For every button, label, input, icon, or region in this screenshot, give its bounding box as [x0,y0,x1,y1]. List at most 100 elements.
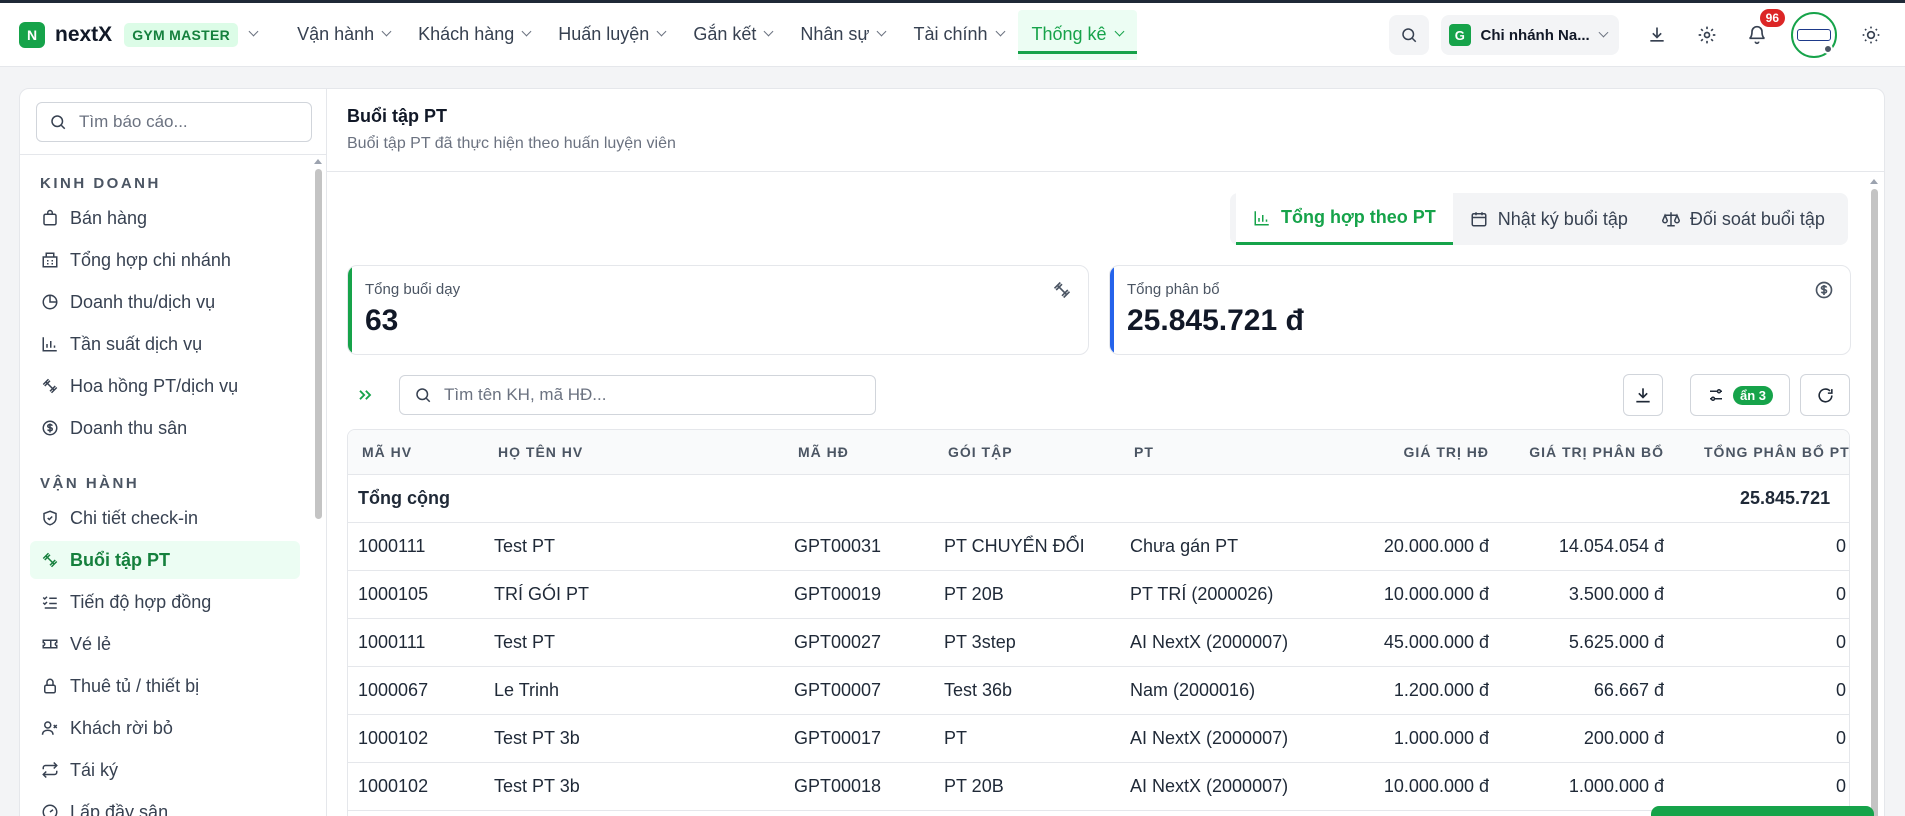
sidebar-item-label: Doanh thu sân [70,417,188,438]
table-cell: 0 [1836,631,1847,652]
report-sidebar: Tìm báo cáo... KINH DOANH Bán hàng Tổng … [19,88,327,816]
refresh-button[interactable] [1800,374,1850,416]
table-row[interactable]: 1000102 Test PT 3b GPT00017 PT AI NextX … [348,714,1849,762]
floating-action-button[interactable] [1651,806,1874,816]
table-cell: AI NextX (2000007) [1130,631,1289,652]
sidebar-item-chi-tiet-check-in[interactable]: Chi tiết check-in [30,499,300,537]
table-cell: 66.667 đ [1593,679,1664,700]
stat-value: 25.845.721 đ [1127,304,1304,337]
report-search-input[interactable]: Tìm báo cáo... [36,102,312,142]
scale-icon [1661,210,1680,228]
content-scrollbar[interactable] [1871,189,1878,816]
total-label: Tổng cộng [358,487,450,508]
chevron-down-icon [1114,26,1125,37]
sidebar-item-buoi-tap-pt[interactable]: Buổi tập PT [30,541,300,579]
notifications-button[interactable]: 96 [1737,9,1785,55]
top-navbar: N nextX GYM MASTER Vận hành Khách hàng H… [0,3,1905,67]
nav-item-huan-luyen[interactable]: Huấn luyện [544,3,679,66]
table-cell: 1000067 [358,679,429,700]
nav-item-nhan-su[interactable]: Nhân sự [786,3,899,66]
ticket-icon [40,634,60,654]
table-row[interactable]: 1000105 TRÍ GÓI PT GPT00019 PT 20B PT TR… [348,570,1849,618]
table-row[interactable]: 1000102 Test PT 3b GPT00018 PT 20B AI Ne… [348,762,1849,810]
download-button[interactable] [1637,15,1677,55]
nav-item-van-hanh[interactable]: Vận hành [283,3,404,66]
column-header[interactable]: HỌ TÊN HV [484,430,784,475]
user-avatar[interactable] [1791,12,1837,58]
branch-icon: G [1449,24,1471,46]
table-row[interactable]: 1000111 Test PT GPT00027 PT 3step AI Nex… [348,618,1849,666]
tab-tong-hop-theo-pt[interactable]: Tổng hợp theo PT [1236,193,1453,245]
column-header[interactable]: MÃ HĐ [784,430,934,475]
export-button[interactable] [1623,374,1663,416]
chevron-down-icon [763,26,774,37]
table-cell: 20.000.000 đ [1383,535,1489,556]
list-check-icon [40,592,60,612]
sidebar-item-ve-le[interactable]: Vé lẻ [30,625,300,663]
sidebar-item-label: Tiến độ hợp đồng [70,591,212,612]
tab-doi-soat-buoi-tap[interactable]: Đối soát buổi tập [1645,193,1842,245]
table-search-input[interactable]: Tìm tên KH, mã HĐ... [399,375,876,415]
nav-item-gan-ket[interactable]: Gắn kết [679,3,786,66]
theme-toggle[interactable] [1851,15,1891,55]
expand-sidebar-button[interactable] [352,382,378,408]
column-header[interactable]: MÃ HV [348,430,484,475]
repeat-icon [40,760,60,780]
table-row[interactable]: 1000067 Le Trinh GPT00007 Test 36b Nam (… [348,666,1849,714]
sidebar-item-tan-suat-dich-vu[interactable]: Tần suất dịch vụ [30,325,300,363]
table-cell: Le Trinh [494,679,560,700]
table-cell: 1000111 [358,631,426,652]
table-cell: GPT00019 [794,583,882,604]
sidebar-item-doanh-thu-san[interactable]: Doanh thu sân [30,409,300,447]
table-cell: 5.625.000 đ [1568,631,1664,652]
sidebar-item-ban-hang[interactable]: Bán hàng [30,199,300,237]
shield-check-icon [40,508,60,528]
sidebar-item-doanh-thu-dich-vu[interactable]: Doanh thu/dịch vụ [30,283,300,321]
nav-label: Nhân sự [800,24,870,44]
scroll-up-arrow-icon[interactable] [314,159,322,164]
sidebar-item-lap-day-san[interactable]: Lấp đầy sân [30,793,300,816]
tab-nhat-ky-buoi-tap[interactable]: Nhật ký buổi tập [1453,193,1645,245]
search-icon [416,388,431,403]
sidebar-scrollbar[interactable] [315,169,322,519]
table-cell: 1000105 [358,583,429,604]
column-header[interactable]: GÓI TẬP [934,430,1120,475]
sidebar-item-tong-hop-chi-nhanh[interactable]: Tổng hợp chi nhánh [30,241,300,279]
total-value: 25.845.721 [1740,487,1831,508]
table-row[interactable]: 1000111 Test PT GPT00031 PT CHUYỂN ĐỔI C… [348,522,1849,570]
sidebar-item-tai-ky[interactable]: Tái ký [30,751,300,789]
section-title-kinh-doanh: KINH DOANH [40,175,161,192]
table-cell: Test PT 3b [494,727,580,748]
building-icon [40,250,60,270]
chevron-down-icon[interactable] [248,26,259,37]
column-settings-button[interactable]: ẩn 3 [1690,374,1790,416]
branch-selector[interactable]: G Chi nhánh Na... [1441,15,1619,55]
settings-button[interactable] [1687,15,1727,55]
app-logo[interactable]: N nextX GYM MASTER [19,21,259,48]
sidebar-item-hoa-hong-pt[interactable]: Hoa hồng PT/dịch vụ [30,367,300,405]
sidebar-item-tien-do-hop-dong[interactable]: Tiến độ hợp đồng [30,583,300,621]
pt-sessions-table: MÃ HV HỌ TÊN HV MÃ HĐ GÓI TẬP PT GIÁ TRỊ… [347,429,1850,816]
table-cell: 1.000.000 đ [1393,727,1489,748]
table-cell [784,474,934,522]
dumbbell-icon [40,550,60,570]
nav-item-thong-ke[interactable]: Thống kê [1017,9,1137,60]
nav-label: Vận hành [297,24,375,44]
sun-icon [1862,26,1880,44]
scroll-up-arrow-icon[interactable] [1870,179,1878,184]
table-cell: 10.000.000 đ [1383,583,1489,604]
column-header[interactable]: TỔNG PHÂN BỔ PT [1678,430,1849,475]
global-search-button[interactable] [1389,15,1429,55]
nav-item-khach-hang[interactable]: Khách hàng [404,3,544,66]
column-header[interactable]: GIÁ TRỊ PHÂN BỔ [1503,430,1678,475]
report-tabs: Tổng hợp theo PT Nhật ký buổi tập Đối so… [1230,193,1848,245]
sidebar-item-thue-tu[interactable]: Thuê tủ / thiết bị [30,667,300,705]
column-header[interactable]: PT [1120,430,1348,475]
table-cell: Test PT 3b [494,775,580,796]
sidebar-item-khach-roi-bo[interactable]: Khách rời bỏ [30,709,300,747]
sidebar-item-label: Tần suất dịch vụ [70,333,203,354]
nav-item-tai-chinh[interactable]: Tài chính [899,3,1017,66]
column-header[interactable]: GIÁ TRỊ HĐ [1348,430,1503,475]
report-content: Buổi tập PT Buổi tập PT đã thực hiện the… [327,88,1885,816]
search-placeholder: Tìm báo cáo... [79,112,188,131]
